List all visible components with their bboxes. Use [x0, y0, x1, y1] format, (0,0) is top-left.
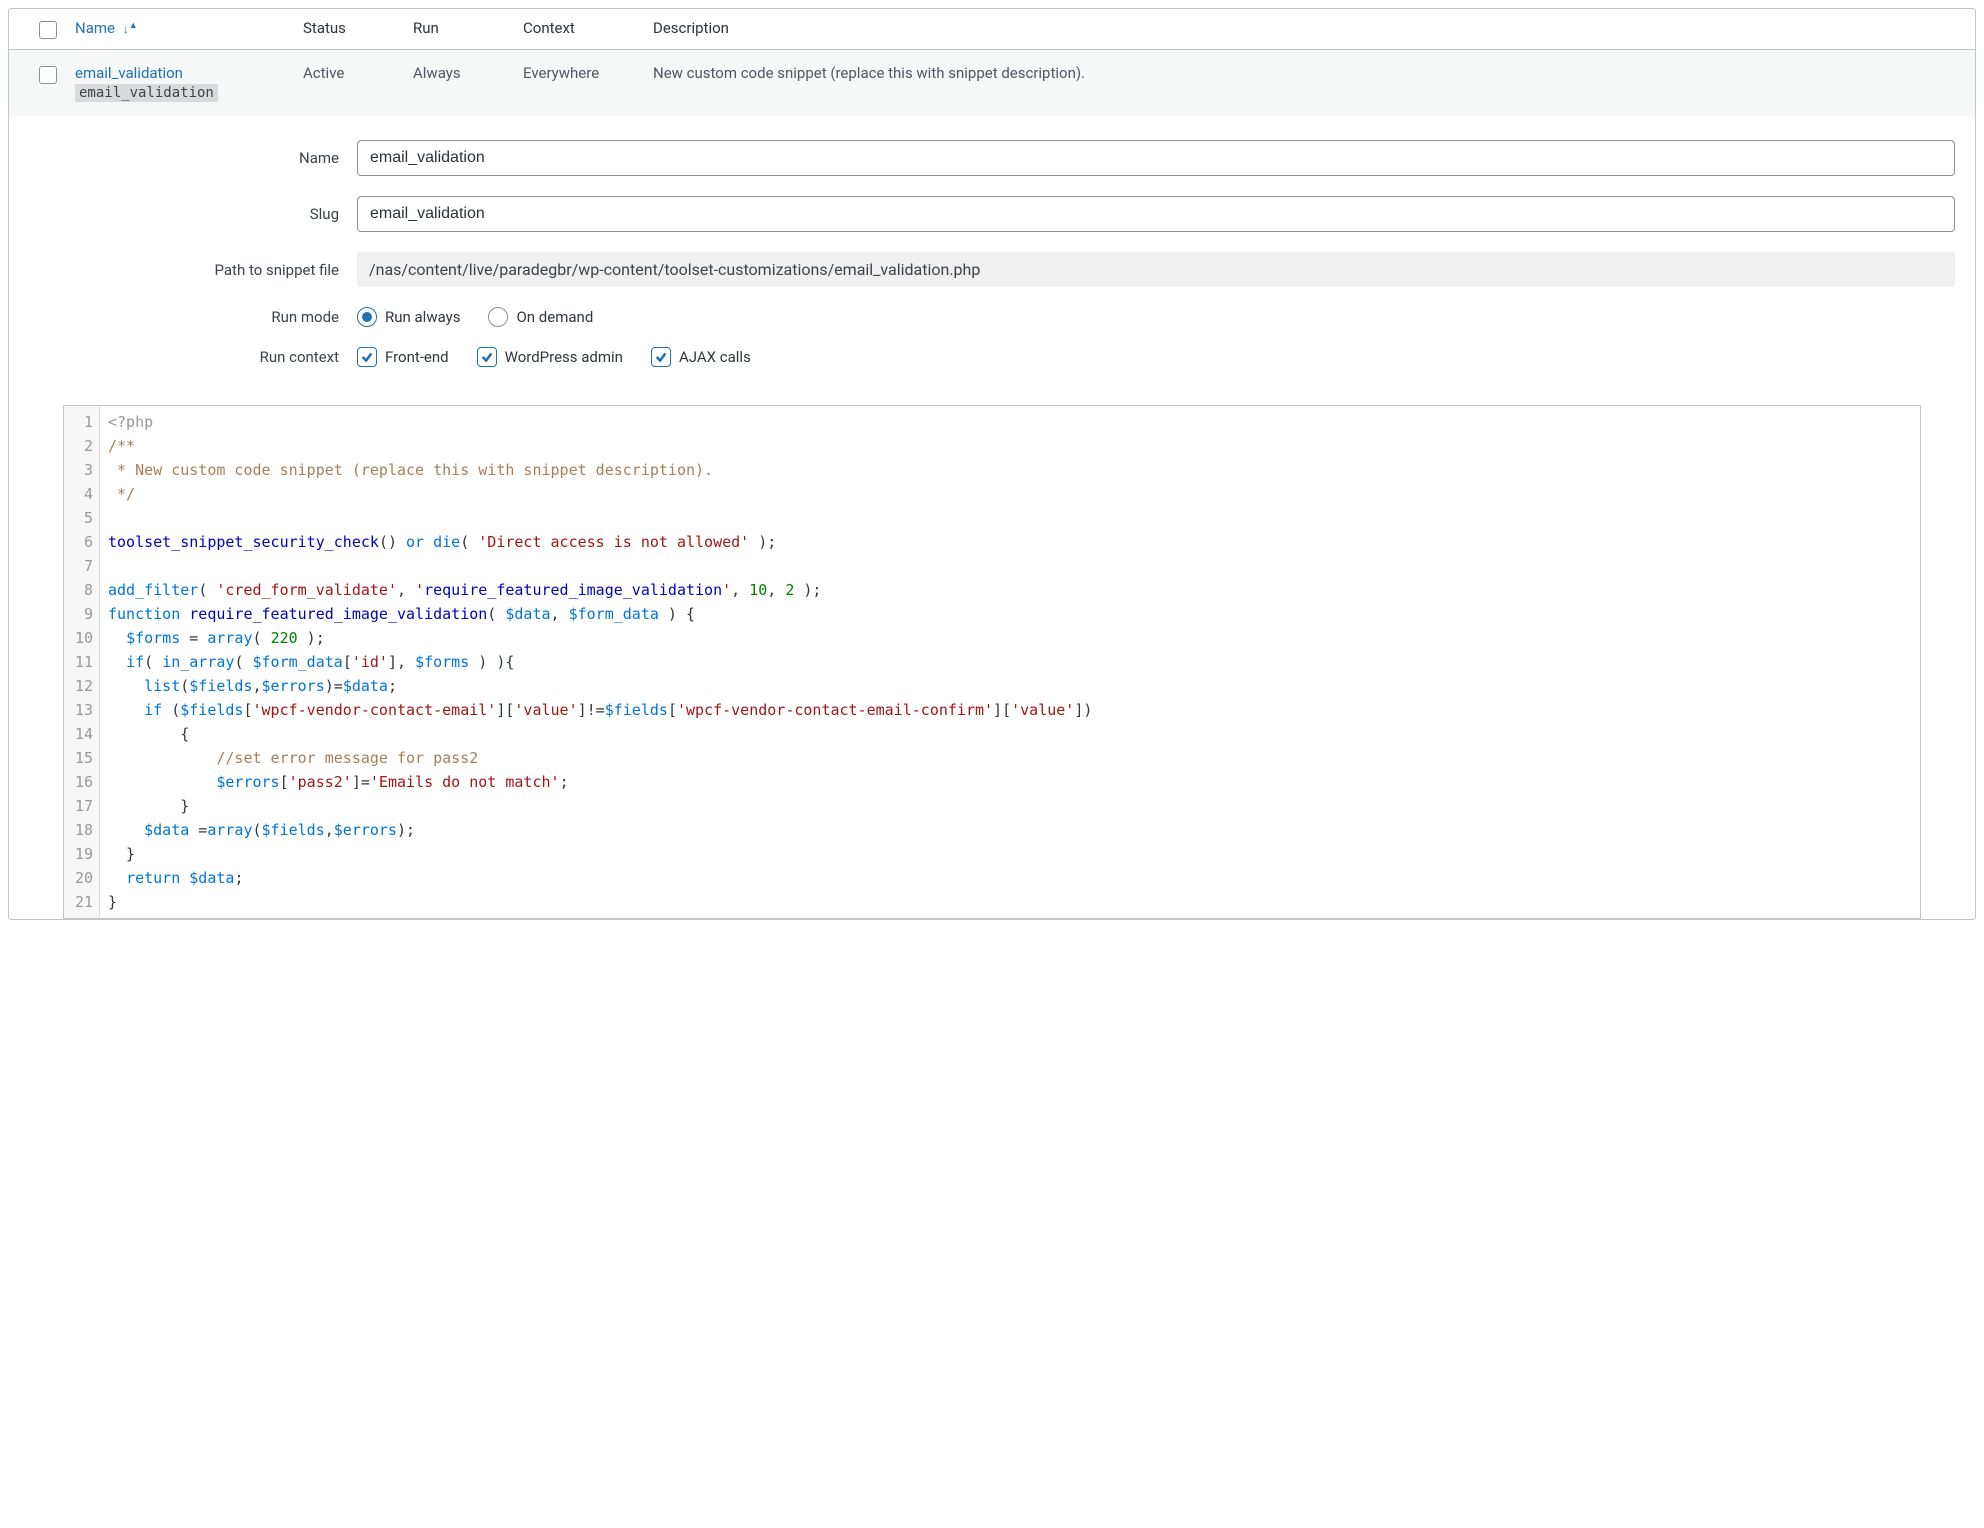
label-slug: Slug — [29, 205, 339, 223]
radio-on-demand[interactable]: On demand — [488, 307, 593, 327]
label-name: Name — [29, 149, 339, 167]
cb-label-front-end: Front-end — [385, 348, 449, 366]
column-header-context: Context — [523, 19, 653, 37]
table-header-row: Name ↓▲ Status Run Context Description — [9, 9, 1975, 50]
column-header-status: Status — [303, 19, 413, 37]
checkbox-ajax[interactable]: AJAX calls — [651, 347, 751, 367]
check-icon — [477, 347, 497, 367]
select-all-checkbox[interactable] — [39, 21, 57, 39]
radio-label-always: Run always — [385, 308, 460, 326]
code-content[interactable]: <?php/** * New custom code snippet (repl… — [100, 406, 1920, 918]
row-run: Always — [413, 64, 523, 82]
checkbox-front-end[interactable]: Front-end — [357, 347, 449, 367]
check-icon — [357, 347, 377, 367]
cb-label-ajax: AJAX calls — [679, 348, 751, 366]
radio-run-always[interactable]: Run always — [357, 307, 460, 327]
radio-icon — [488, 307, 508, 327]
label-path: Path to snippet file — [29, 261, 339, 279]
row-status: Active — [303, 64, 413, 82]
code-editor[interactable]: 123456789101112131415161718192021 <?php/… — [63, 405, 1921, 919]
slug-input[interactable] — [357, 196, 1955, 232]
checkbox-wp-admin[interactable]: WordPress admin — [477, 347, 623, 367]
sort-icon[interactable]: ↓▲ — [123, 20, 138, 36]
check-icon — [651, 347, 671, 367]
name-input[interactable] — [357, 140, 1955, 176]
label-run-context: Run context — [29, 348, 339, 366]
radio-icon — [357, 307, 377, 327]
cb-label-wp-admin: WordPress admin — [505, 348, 623, 366]
row-description: New custom code snippet (replace this wi… — [653, 64, 1963, 82]
line-number-gutter: 123456789101112131415161718192021 — [64, 406, 100, 918]
snippet-title-link[interactable]: email_validation — [75, 64, 303, 82]
path-readonly: /nas/content/live/paradegbr/wp-content/t… — [357, 252, 1955, 287]
label-run-mode: Run mode — [29, 308, 339, 326]
radio-label-on-demand: On demand — [516, 308, 593, 326]
column-header-description: Description — [653, 19, 1963, 37]
row-checkbox[interactable] — [39, 66, 57, 84]
snippet-form: Name Slug Path to snippet file /nas/cont… — [9, 116, 1975, 395]
snippet-slug-label: email_validation — [75, 84, 218, 102]
row-context: Everywhere — [523, 64, 653, 82]
column-header-name[interactable]: Name — [75, 19, 115, 37]
table-row: email_validation email_validation Active… — [9, 50, 1975, 116]
column-header-run: Run — [413, 19, 523, 37]
